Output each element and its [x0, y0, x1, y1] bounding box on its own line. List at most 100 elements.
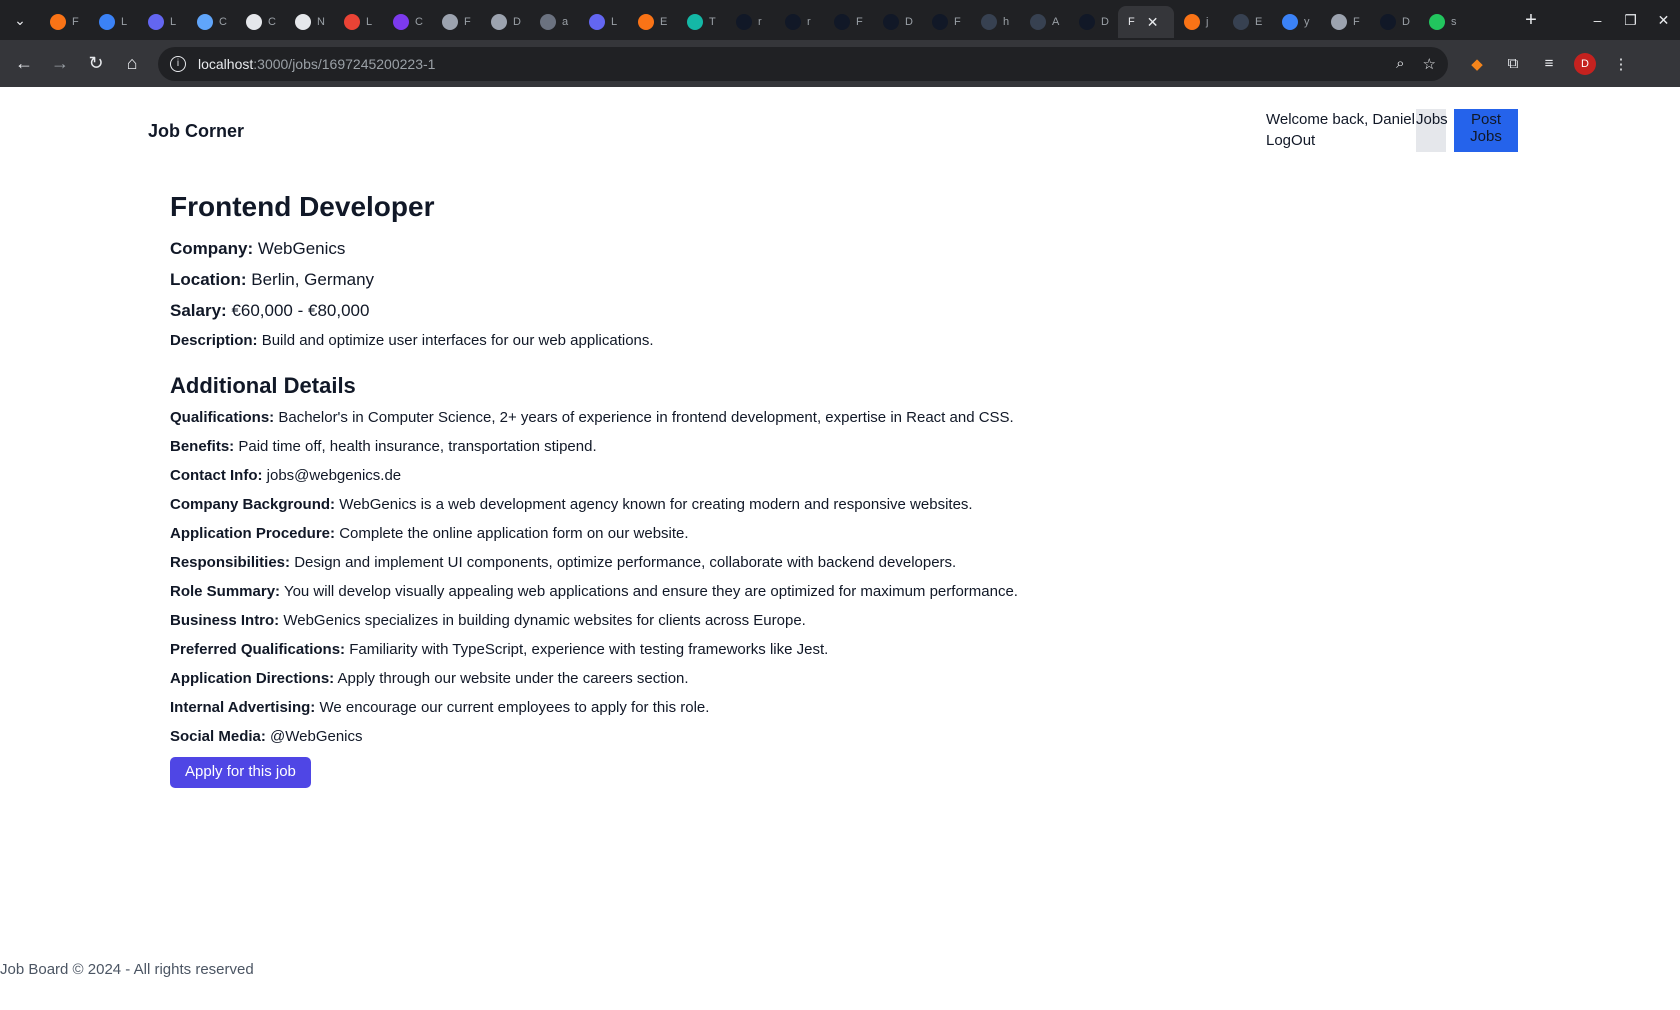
restore-icon[interactable]: ❐: [1614, 0, 1647, 40]
browser-tab[interactable]: C: [236, 6, 285, 38]
bookmark-star-icon[interactable]: ☆: [1423, 55, 1436, 73]
browser-tab[interactable]: j: [1174, 6, 1223, 38]
minimize-icon[interactable]: –: [1581, 0, 1614, 40]
extensions-puzzle-icon[interactable]: ⧉: [1502, 53, 1524, 75]
detail-value: Paid time off, health insurance, transpo…: [238, 438, 597, 455]
detail-value: Design and implement UI components, opti…: [294, 554, 957, 571]
site-brand[interactable]: Job Corner: [148, 121, 244, 142]
tab-favicon-icon: [1331, 14, 1347, 30]
detail-row: Company Background: WebGenics is a web d…: [170, 496, 1070, 525]
browser-tab[interactable]: A: [1020, 6, 1069, 38]
detail-row: Benefits: Paid time off, health insuranc…: [170, 438, 1070, 467]
detail-value: Complete the online application form on …: [339, 525, 689, 542]
post-jobs-button[interactable]: Post Jobs: [1454, 109, 1518, 152]
zoom-icon[interactable]: ⌕: [1396, 55, 1404, 73]
close-window-icon[interactable]: ✕: [1647, 0, 1680, 40]
tab-favicon-icon: [1429, 14, 1445, 30]
browser-menu-icon[interactable]: ⋮: [1610, 53, 1632, 75]
browser-tab[interactable]: D: [481, 6, 530, 38]
browser-tab[interactable]: L: [138, 6, 187, 38]
browser-tab[interactable]: E: [628, 6, 677, 38]
browser-tab[interactable]: F: [1321, 6, 1370, 38]
jobs-nav-button[interactable]: Jobs: [1416, 109, 1448, 152]
welcome-text: Welcome back, Daniel: [1266, 111, 1415, 128]
tab-favicon-icon: [1380, 14, 1396, 30]
detail-value: Bachelor's in Computer Science, 2+ years…: [278, 409, 1014, 426]
tab-title: D: [1402, 16, 1410, 28]
footer-text: Job Board © 2024 - All rights reserved: [0, 961, 254, 978]
tab-title: r: [807, 16, 811, 28]
browser-tab[interactable]: F: [432, 6, 481, 38]
close-tab-icon[interactable]: ✕: [1147, 14, 1159, 31]
browser-tab[interactable]: D: [1370, 6, 1419, 38]
tab-title: a: [562, 16, 569, 28]
browser-tab[interactable]: D: [1069, 6, 1118, 38]
tab-title: s: [1451, 16, 1457, 28]
browser-tab[interactable]: L: [579, 6, 628, 38]
detail-row: Preferred Qualifications: Familiarity wi…: [170, 641, 1070, 670]
tab-favicon-icon: [883, 14, 899, 30]
detail-label: Social Media:: [170, 728, 266, 745]
tab-title: E: [660, 16, 668, 28]
browser-tab-active[interactable]: F ✕: [1118, 6, 1174, 38]
address-bar[interactable]: i localhost:3000/jobs/1697245200223-1 ⌕ …: [158, 46, 1448, 81]
tab-favicon-icon: [491, 14, 507, 30]
detail-label: Application Directions:: [170, 670, 335, 687]
browser-tab[interactable]: C: [383, 6, 432, 38]
browser-tab[interactable]: h: [971, 6, 1020, 38]
tab-favicon-icon: [932, 14, 948, 30]
detail-value: Apply through our website under the care…: [337, 670, 689, 687]
browser-tab[interactable]: r: [726, 6, 775, 38]
browser-tab[interactable]: E: [1223, 6, 1272, 38]
back-arrow-icon[interactable]: ←: [6, 46, 42, 82]
reload-icon[interactable]: ↻: [78, 46, 114, 82]
url-host: localhost: [198, 55, 254, 72]
tab-favicon-icon: [785, 14, 801, 30]
detail-row: Application Directions: Apply through ou…: [170, 670, 1070, 699]
metamask-extension-icon[interactable]: ◆: [1466, 53, 1488, 75]
page-content: Job Corner Welcome back, Daniel LogOut J…: [0, 87, 1680, 1010]
detail-value: @WebGenics: [270, 728, 363, 745]
tab-favicon-icon: [1184, 14, 1200, 30]
logout-link[interactable]: LogOut: [1266, 130, 1416, 151]
browser-tab[interactable]: F: [40, 6, 89, 38]
home-icon[interactable]: ⌂: [114, 46, 150, 82]
tab-search-chevron-icon[interactable]: ⌄: [0, 0, 40, 40]
tab-title: F: [954, 16, 961, 28]
tab-title: E: [1255, 16, 1263, 28]
tab-title: F: [856, 16, 863, 28]
tab-favicon-icon: [197, 14, 213, 30]
description-row: Description: Build and optimize user int…: [170, 332, 1070, 349]
forward-arrow-icon[interactable]: →: [42, 46, 78, 82]
location-value: Berlin, Germany: [251, 270, 375, 289]
new-tab-button[interactable]: +: [1515, 4, 1547, 36]
tab-favicon-icon: [442, 14, 458, 30]
browser-tab[interactable]: L: [89, 6, 138, 38]
browser-tab[interactable]: C: [187, 6, 236, 38]
browser-tab[interactable]: N: [285, 6, 334, 38]
company-label: Company:: [170, 239, 254, 258]
media-control-icon[interactable]: ≡: [1538, 53, 1560, 75]
profile-avatar[interactable]: D: [1574, 52, 1596, 75]
browser-tab[interactable]: D: [873, 6, 922, 38]
apply-button[interactable]: Apply for this job: [170, 757, 311, 788]
tab-title: y: [1304, 16, 1310, 28]
browser-tab[interactable]: y: [1272, 6, 1321, 38]
browser-tab[interactable]: F: [922, 6, 971, 38]
welcome-block: Welcome back, Daniel LogOut: [1266, 109, 1416, 151]
tab-favicon-icon: [99, 14, 115, 30]
site-header: Job Corner Welcome back, Daniel LogOut J…: [148, 109, 1518, 153]
browser-tab[interactable]: a: [530, 6, 579, 38]
detail-label: Contact Info:: [170, 467, 263, 484]
browser-tab[interactable]: F: [824, 6, 873, 38]
tab-title: L: [611, 16, 618, 28]
job-title: Frontend Developer: [170, 191, 435, 222]
tab-favicon-icon: [1079, 14, 1095, 30]
browser-tab[interactable]: r: [775, 6, 824, 38]
browser-tab[interactable]: s: [1419, 6, 1468, 38]
tab-title: T: [709, 16, 716, 28]
browser-tab[interactable]: L: [334, 6, 383, 38]
browser-tab[interactable]: T: [677, 6, 726, 38]
site-info-icon[interactable]: i: [170, 55, 186, 72]
detail-value: We encourage our current employees to ap…: [319, 699, 710, 716]
